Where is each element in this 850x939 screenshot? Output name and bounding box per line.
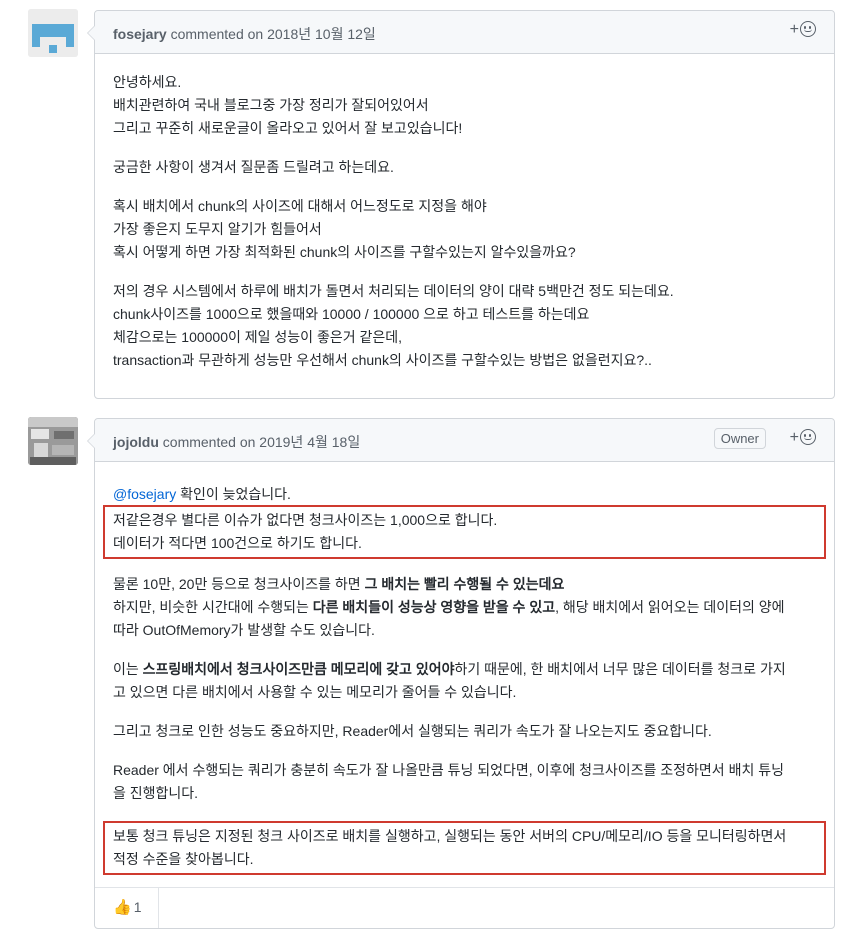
paragraph: 혹시 배치에서 chunk의 사이즈에 대해서 어느정도로 지정을 해야 가장 … [113, 198, 576, 260]
thumbs-up-icon: 👍 [113, 899, 132, 916]
smiley-icon [800, 21, 816, 37]
thumbs-up-reaction-button[interactable]: 👍 1 [95, 888, 159, 928]
add-reaction-button[interactable]: + [790, 429, 816, 447]
add-reaction-button[interactable]: + [790, 21, 816, 39]
smiley-icon [800, 429, 816, 445]
comment-header: fosejary commented on 2018년 10월 12일 + [95, 11, 834, 54]
paragraph: Reader 에서 수행되는 쿼리가 충분히 속도가 잘 나올만큼 튜닝 되었다… [113, 762, 784, 801]
avatar-jojoldu[interactable] [28, 417, 78, 465]
user-mention-link[interactable]: @fosejary [113, 486, 176, 502]
paragraph: 저의 경우 시스템에서 하루에 배치가 돌면서 처리되는 데이터의 양이 대략 … [113, 283, 674, 368]
comment-action: commented on [162, 434, 256, 450]
paragraph: 궁금한 사항이 생겨서 질문좀 드릴려고 하는데요. [113, 159, 394, 175]
paragraph: 물론 10만, 20만 등으로 청크사이즈를 하면 그 배치는 빨리 수행될 수… [113, 576, 785, 638]
comment-date[interactable]: 2018년 10월 12일 [267, 26, 376, 42]
paragraph: 보통 청크 튜닝은 지정된 청크 사이즈로 배치를 실행하고, 실행되는 동안 … [103, 821, 826, 875]
comment-header: jojoldu commented on 2019년 4월 18일 Owner … [95, 419, 834, 462]
author-name[interactable]: fosejary [113, 26, 167, 42]
comment-body: @fosejary 확인이 늦었습니다. 저같은경우 별다른 이슈가 없다면 청… [95, 462, 834, 889]
author-name[interactable]: jojoldu [113, 434, 159, 450]
paragraph: 안녕하세요. 배치관련하여 국내 블로그중 가장 정리가 잘되어있어서 그리고 … [113, 74, 463, 136]
reaction-count: 1 [133, 899, 142, 915]
comment-date[interactable]: 2019년 4월 18일 [259, 434, 360, 450]
identicon-icon [28, 9, 78, 57]
profile-photo-icon [28, 417, 78, 465]
avatar-fosejary[interactable] [28, 9, 78, 57]
owner-badge: Owner [713, 428, 766, 449]
comment-action: commented on [170, 26, 264, 42]
paragraph: @fosejary 확인이 늦었습니다. 저같은경우 별다른 이슈가 없다면 청… [103, 483, 826, 559]
paragraph: 이는 스프링배치에서 청크사이즈만큼 메모리에 갖고 있어야하기 때문에, 한 … [113, 661, 786, 700]
reactions-bar: 👍 1 [95, 887, 834, 928]
highlight-box: 보통 청크 튜닝은 지정된 청크 사이즈로 배치를 실행하고, 실행되는 동안 … [103, 821, 826, 875]
highlight-box: 저같은경우 별다른 이슈가 없다면 청크사이즈는 1,000으로 합니다. 데이… [103, 505, 826, 559]
paragraph: 그리고 청크로 인한 성능도 중요하지만, Reader에서 실행되는 쿼리가 … [113, 723, 712, 739]
comment-body: 안녕하세요. 배치관련하여 국내 블로그중 가장 정리가 잘되어있어서 그리고 … [95, 54, 834, 386]
